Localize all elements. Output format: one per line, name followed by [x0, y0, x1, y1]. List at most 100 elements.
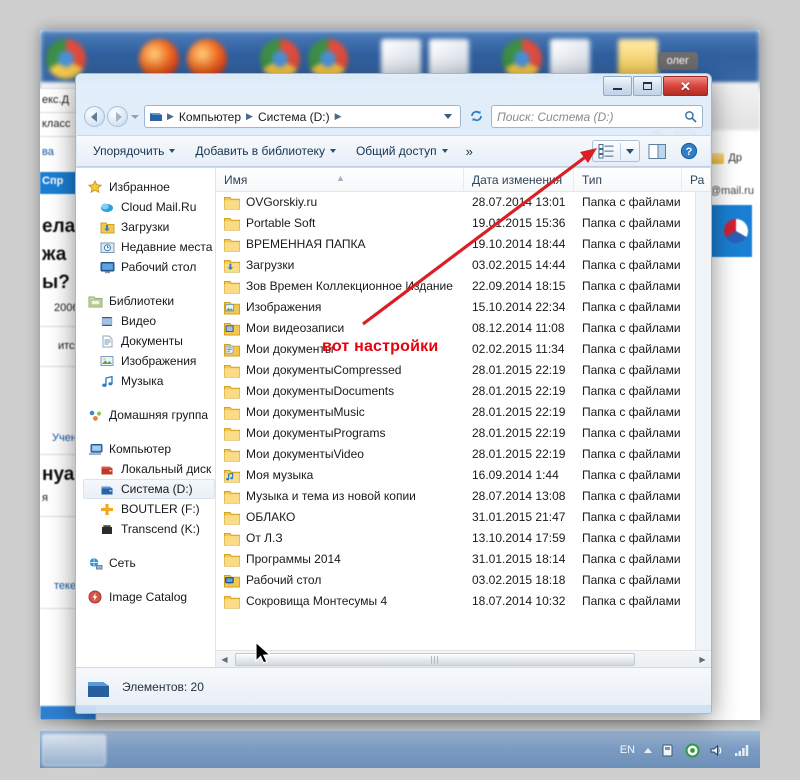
antivirus-icon[interactable]	[685, 743, 700, 758]
recent-pages-dropdown-icon[interactable]	[131, 114, 139, 119]
sidebar-item-recent-places[interactable]: Недавние места	[84, 237, 215, 257]
table-row[interactable]: Мои видеозаписи 08.12.2014 11:08 Папка с ф…	[216, 318, 711, 339]
cell-name[interactable]: Portable Soft	[216, 213, 464, 234]
cell-name[interactable]: ОБЛАКО	[216, 507, 464, 528]
help-button[interactable]: ?	[675, 139, 703, 163]
sidebar-item-documents[interactable]: Документы	[84, 331, 215, 351]
cell-name[interactable]: ВРЕМЕННАЯ ПАПКА	[216, 234, 464, 255]
vertical-scrollbar[interactable]	[695, 192, 711, 650]
sidebar-item-local-disk-c[interactable]: Локальный диск (C	[84, 459, 215, 479]
bg-page-line[interactable]: Учен	[52, 432, 77, 444]
maximize-button[interactable]	[633, 76, 662, 96]
refresh-button[interactable]	[466, 106, 486, 127]
table-row[interactable]: Мои документы 02.02.2015 11:34 Папка с фай…	[216, 339, 711, 360]
bg-page-line[interactable]: теке	[54, 580, 76, 592]
sidebar-item-image-catalog[interactable]: Image Catalog	[84, 587, 215, 607]
browser-user-chip[interactable]: олег	[657, 52, 698, 70]
cell-name[interactable]: Изображения	[216, 297, 464, 318]
add-to-library-button[interactable]: Добавить в библиотеку	[186, 140, 345, 162]
cell-name[interactable]: От Л.З	[216, 528, 464, 549]
sidebar-item-pictures[interactable]: Изображения	[84, 351, 215, 371]
sidebar-item-system-d[interactable]: Система (D:)	[83, 479, 215, 499]
volume-icon[interactable]	[709, 743, 725, 758]
column-header-name[interactable]: Имя ▲	[216, 168, 464, 192]
sidebar-item-boutler-f[interactable]: BOUTLER (F:)	[84, 499, 215, 519]
table-row[interactable]: ОБЛАКО 31.01.2015 21:47 Папка с файлами	[216, 507, 711, 528]
language-indicator[interactable]: EN	[620, 744, 635, 756]
table-row[interactable]: Рабочий стол 03.02.2015 18:18 Папка с файл…	[216, 570, 711, 591]
table-row[interactable]: Программы 2014 31.01.2015 18:14 Папка с фа…	[216, 549, 711, 570]
sidebar-item-downloads[interactable]: Загрузки	[84, 217, 215, 237]
cell-name[interactable]: Зов Времен Коллекционное Издание	[216, 276, 464, 297]
bg-page-line[interactable]: ва	[42, 146, 54, 158]
table-row[interactable]: Portable Soft 19.01.2015 15:36 Папка с фай…	[216, 213, 711, 234]
table-row[interactable]: Музыка и тема из новой копии 28.07.2014 1…	[216, 486, 711, 507]
horizontal-scroll-track[interactable]: |||	[233, 652, 694, 667]
table-row[interactable]: Мои документыDocuments 28.01.2015 22:19 Па…	[216, 381, 711, 402]
cell-name[interactable]: Рабочий стол	[216, 570, 464, 591]
cell-name[interactable]: Мои видеозаписи	[216, 318, 464, 339]
sidebar-group-favorites[interactable]: Избранное	[84, 177, 215, 197]
table-row[interactable]: Мои документыPrograms 28.01.2015 22:19 Пап…	[216, 423, 711, 444]
cell-name[interactable]: Музыка и тема из новой копии	[216, 486, 464, 507]
organize-button[interactable]: Упорядочить	[84, 140, 184, 162]
network-signal-icon[interactable]	[734, 743, 750, 757]
minimize-button[interactable]	[603, 76, 632, 96]
change-view-button[interactable]	[593, 141, 620, 161]
sidebar-item-desktop[interactable]: Рабочий стол	[84, 257, 215, 277]
horizontal-scrollbar[interactable]: ◀ ||| ▶	[216, 650, 711, 667]
cell-name[interactable]: Мои документыMusic	[216, 402, 464, 423]
table-row[interactable]: Сокровища Монтесумы 4 18.07.2014 10:32 Пап…	[216, 591, 711, 612]
back-button[interactable]	[84, 106, 105, 127]
sidebar-group-libraries[interactable]: Библиотеки	[84, 291, 215, 311]
sidebar-group-homegroup[interactable]: Домашняя группа	[84, 405, 215, 425]
table-row[interactable]: Моя музыка 16.09.2014 1:44 Папка с файлами	[216, 465, 711, 486]
sidebar-item-music[interactable]: Музыка	[84, 371, 215, 391]
close-button[interactable]: ✕	[663, 76, 708, 96]
table-row[interactable]: Загрузки 03.02.2015 14:44 Папка с файлами	[216, 255, 711, 276]
device-icon[interactable]	[661, 743, 676, 758]
table-row[interactable]: Мои документыMusic 28.01.2015 22:19 Папка …	[216, 402, 711, 423]
view-options-dropdown[interactable]	[621, 147, 639, 156]
table-row[interactable]: Мои документыCompressed 28.01.2015 22:19 П…	[216, 360, 711, 381]
sidebar-item-cloud-mail[interactable]: Cloud Mail.Ru	[84, 197, 215, 217]
table-row[interactable]: ВРЕМЕННАЯ ПАПКА 19.10.2014 18:44 Папка с ф…	[216, 234, 711, 255]
show-hidden-icons-icon[interactable]	[644, 747, 652, 753]
window-titlebar[interactable]: ✕	[76, 74, 711, 100]
scroll-right-button[interactable]: ▶	[694, 651, 711, 667]
sidebar-group-computer[interactable]: Компьютер	[84, 439, 215, 459]
search-box[interactable]: Поиск: Система (D:)	[491, 105, 703, 128]
cell-name[interactable]: Мои документыPrograms	[216, 423, 464, 444]
more-commands-button[interactable]: »	[459, 140, 480, 163]
table-row[interactable]: Мои документыVideo 28.01.2015 22:19 Папка …	[216, 444, 711, 465]
sidebar-item-video[interactable]: Видео	[84, 311, 215, 331]
search-input[interactable]: Поиск: Система (D:)	[497, 110, 684, 124]
mailru-account-label[interactable]: @mail.ru	[710, 185, 754, 197]
column-header-date[interactable]: Дата изменения	[464, 168, 574, 192]
scroll-left-button[interactable]: ◀	[216, 651, 233, 667]
cell-name[interactable]: Загрузки	[216, 255, 464, 276]
cell-name[interactable]: Мои документыVideo	[216, 444, 464, 465]
cell-name[interactable]: Сокровища Монтесумы 4	[216, 591, 464, 612]
address-bar[interactable]: ▶ Компьютер ▶ Система (D:) ▶	[144, 105, 461, 128]
forward-button[interactable]	[107, 106, 128, 127]
taskbar-window-button[interactable]	[42, 734, 106, 766]
breadcrumb-computer[interactable]: Компьютер	[177, 110, 243, 124]
column-header-type[interactable]: Тип	[574, 168, 682, 192]
cell-name[interactable]: Программы 2014	[216, 549, 464, 570]
column-header-size[interactable]: Ра	[682, 168, 711, 192]
cell-name[interactable]: Мои документыCompressed	[216, 360, 464, 381]
share-button[interactable]: Общий доступ	[347, 140, 457, 162]
sidebar-item-transcend-k[interactable]: Transcend (K:)	[84, 519, 215, 539]
breadcrumb-drive[interactable]: Система (D:)	[256, 110, 332, 124]
cell-name[interactable]: Моя музыка	[216, 465, 464, 486]
cell-name[interactable]: Мои документыDocuments	[216, 381, 464, 402]
preview-pane-button[interactable]	[643, 140, 672, 163]
sidebar-group-network[interactable]: Сеть	[84, 553, 215, 573]
horizontal-scroll-thumb[interactable]: |||	[235, 652, 635, 666]
table-row[interactable]: OVGorskiy.ru 28.07.2014 13:01 Папка с файл…	[216, 192, 711, 213]
bookmark-item[interactable]: Др	[711, 152, 742, 164]
cell-name[interactable]: OVGorskiy.ru	[216, 192, 464, 213]
table-row[interactable]: Изображения 15.10.2014 22:34 Папка с файла…	[216, 297, 711, 318]
table-row[interactable]: Зов Времен Коллекционное Издание 22.09.20…	[216, 276, 711, 297]
